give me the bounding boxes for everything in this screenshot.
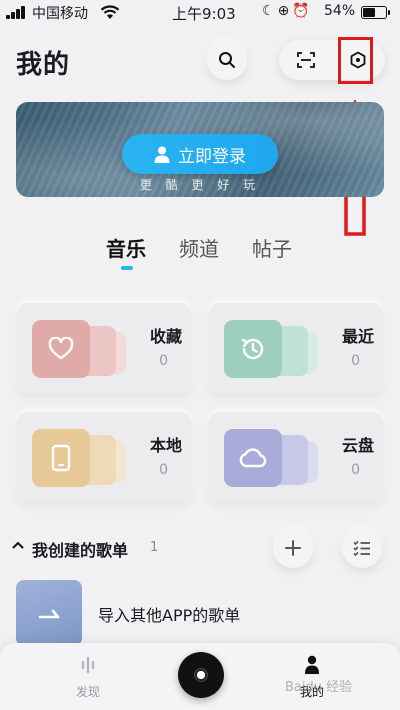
favorites-card[interactable]: 收藏 0 bbox=[16, 303, 192, 393]
create-playlist-button[interactable] bbox=[273, 528, 313, 568]
card-title: 云盘 bbox=[341, 436, 374, 455]
wifi-icon bbox=[100, 4, 120, 24]
carrier-label: 中国移动 bbox=[32, 6, 88, 22]
card-title: 本地 bbox=[149, 436, 182, 455]
manage-playlists-button[interactable] bbox=[342, 528, 382, 568]
sound-wave-icon bbox=[78, 655, 98, 675]
list-item[interactable]: 导入其他APP的歌单 bbox=[16, 580, 384, 650]
tab-channel[interactable]: 频道 bbox=[179, 233, 219, 262]
status-icons: ☾⊕⏰ bbox=[262, 3, 313, 19]
rotation-lock-icon: ⊕ bbox=[277, 3, 293, 19]
now-playing-disc[interactable] bbox=[178, 652, 224, 698]
login-banner: 立即登录 更 酷 更 好 玩 bbox=[16, 102, 384, 197]
signal-icon bbox=[6, 6, 28, 19]
heart-icon bbox=[32, 320, 90, 378]
section-count: 1 bbox=[150, 540, 159, 555]
cloud-stack bbox=[224, 427, 324, 487]
annotation-highlight-box bbox=[338, 37, 373, 84]
battery-percent: 54% bbox=[324, 3, 356, 19]
scan-button[interactable] bbox=[281, 40, 331, 80]
moon-icon: ☾ bbox=[262, 3, 278, 19]
card-count: 0 bbox=[159, 353, 168, 369]
recent-stack bbox=[224, 318, 324, 378]
battery-icon bbox=[361, 6, 390, 19]
tab-music[interactable]: 音乐 bbox=[106, 233, 146, 262]
nav-label: 发现 bbox=[75, 685, 100, 699]
person-icon bbox=[302, 655, 322, 675]
plus-icon bbox=[285, 540, 301, 556]
page-title: 我的 bbox=[16, 50, 71, 80]
local-card[interactable]: 本地 0 bbox=[16, 412, 192, 502]
card-title: 收藏 bbox=[149, 327, 182, 346]
alarm-icon: ⏰ bbox=[292, 3, 313, 19]
search-icon bbox=[219, 52, 235, 68]
checklist-icon bbox=[353, 540, 370, 556]
user-icon bbox=[154, 146, 170, 163]
clock-time: 上午9:03 bbox=[172, 5, 236, 23]
status-bar: 中国移动 上午9:03 ☾⊕⏰ 54% bbox=[0, 0, 400, 26]
banner-slogan: 更 酷 更 好 玩 bbox=[139, 178, 261, 192]
login-label: 立即登录 bbox=[178, 146, 246, 167]
card-title: 最近 bbox=[341, 327, 374, 346]
local-stack bbox=[32, 427, 132, 487]
section-title: 我创建的歌单 bbox=[32, 541, 129, 560]
cloud-icon bbox=[224, 429, 282, 487]
nav-discover[interactable]: 发现 bbox=[58, 643, 118, 710]
scan-icon bbox=[297, 52, 315, 68]
import-arrow-icon bbox=[38, 609, 60, 619]
playlist-name: 导入其他APP的歌单 bbox=[98, 606, 241, 625]
tab-posts[interactable]: 帖子 bbox=[252, 233, 292, 262]
card-count: 0 bbox=[159, 462, 168, 478]
recent-card[interactable]: 最近 0 bbox=[208, 303, 384, 393]
search-button[interactable] bbox=[207, 40, 247, 80]
card-count: 0 bbox=[351, 462, 360, 478]
chevron-up-icon[interactable] bbox=[12, 540, 24, 550]
active-tab-indicator bbox=[121, 266, 133, 270]
clock-icon bbox=[224, 320, 282, 378]
login-button[interactable]: 立即登录 bbox=[122, 134, 278, 174]
playlist-cover bbox=[16, 580, 82, 646]
cloud-drive-card[interactable]: 云盘 0 bbox=[208, 412, 384, 502]
card-count: 0 bbox=[351, 353, 360, 369]
watermark: Baidu 经验 bbox=[285, 680, 353, 695]
favorites-stack bbox=[32, 318, 132, 378]
phone-icon bbox=[32, 429, 90, 487]
